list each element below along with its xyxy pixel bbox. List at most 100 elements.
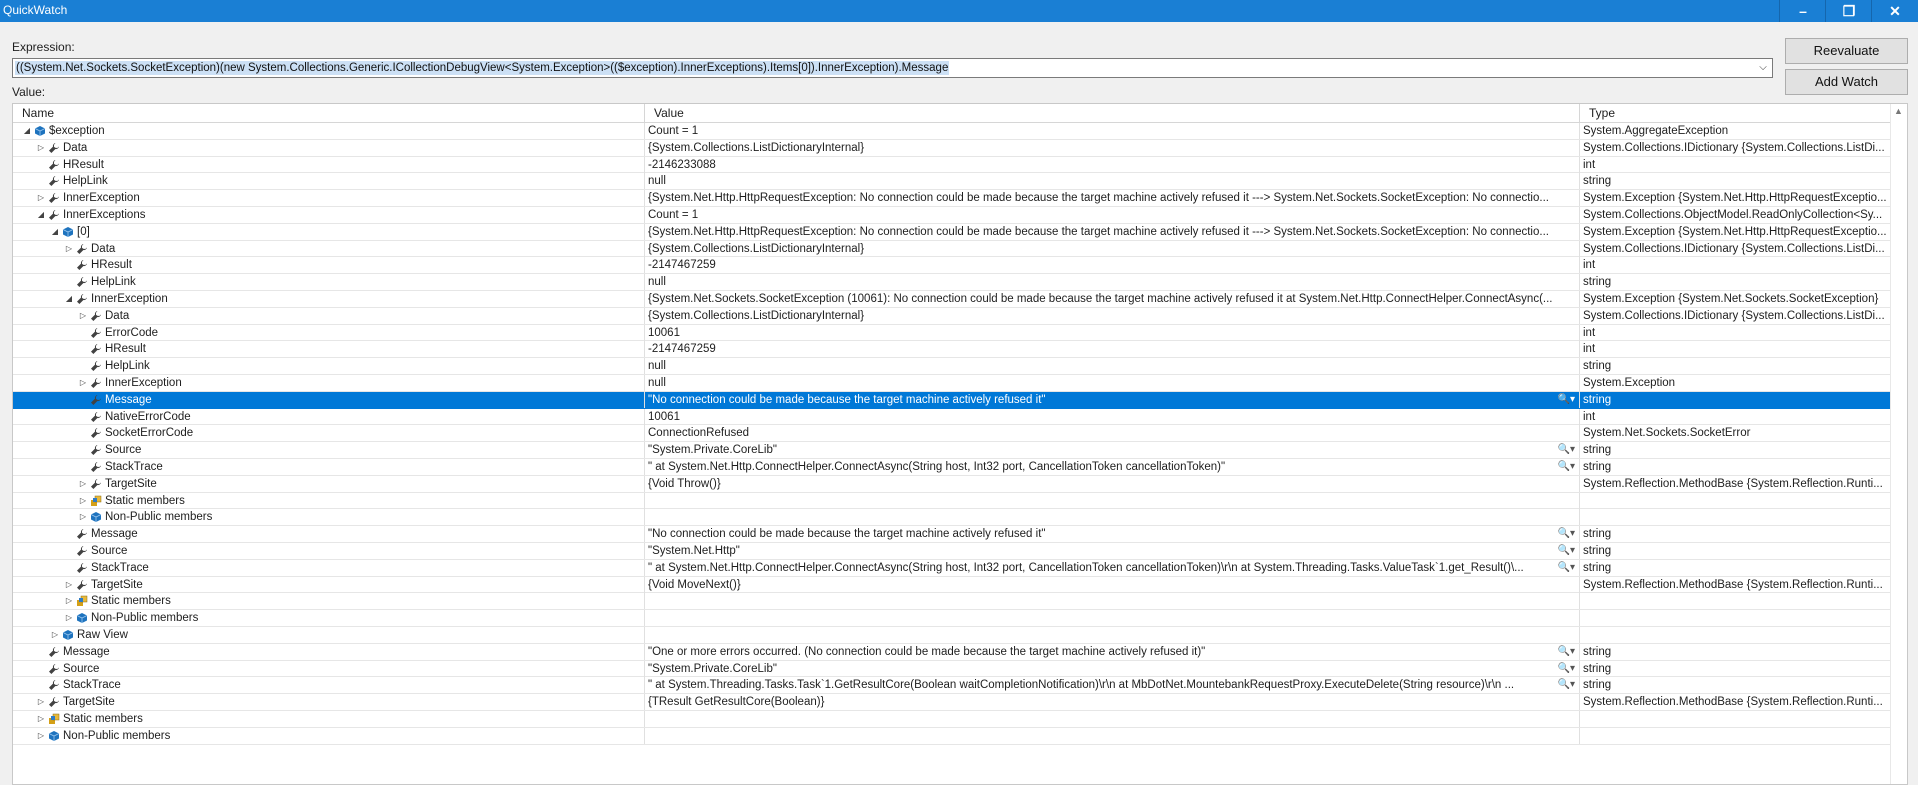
value-cell[interactable]: -2147467259 [645, 341, 1580, 358]
value-cell[interactable] [645, 593, 1580, 610]
table-row[interactable]: Source "System.Net.Http" 🔍▾ string [13, 543, 1891, 560]
expand-arrow-icon[interactable]: ▷ [63, 241, 75, 257]
expand-arrow-icon[interactable]: ▷ [77, 375, 89, 391]
expand-arrow-icon[interactable]: ▷ [63, 610, 75, 626]
table-row[interactable]: Message "No connection could be made beca… [13, 391, 1891, 409]
value-cell[interactable] [645, 509, 1580, 526]
minimize-button[interactable]: – [1779, 0, 1826, 22]
table-row[interactable]: HelpLink null string [13, 358, 1891, 375]
table-row[interactable]: ▷ InnerException {System.Net.Http.HttpRequ… [13, 190, 1891, 207]
expand-arrow-icon[interactable]: ▷ [35, 711, 47, 727]
expand-arrow-icon[interactable]: ▷ [35, 140, 47, 156]
table-row[interactable]: ◢ [0] {System.Net.Http.HttpRequestExceptio… [13, 223, 1891, 241]
value-cell[interactable]: "One or more errors occurred. (No connec… [645, 643, 1580, 660]
expand-arrow-icon[interactable]: ▷ [35, 728, 47, 744]
value-cell[interactable]: null [645, 358, 1580, 375]
expand-arrow-icon[interactable]: ▷ [77, 476, 89, 492]
value-cell[interactable] [645, 627, 1580, 643]
value-cell[interactable]: -2147467259 [645, 257, 1580, 274]
collapse-arrow-icon[interactable]: ◢ [49, 224, 61, 240]
table-row[interactable]: ErrorCode 10061 int [13, 324, 1891, 342]
table-row[interactable]: ◢ InnerExceptions Count = 1 System.Collecti… [13, 207, 1891, 224]
value-cell[interactable]: null [645, 375, 1580, 391]
value-cell[interactable]: " at System.Net.Http.ConnectHelper.Conne… [645, 559, 1580, 576]
collapse-arrow-icon[interactable]: ◢ [21, 123, 33, 139]
table-row[interactable]: ▷ Data {System.Collections.ListDictionaryI… [13, 240, 1891, 258]
vertical-scrollbar[interactable]: ▲ [1890, 104, 1907, 784]
column-header-name[interactable]: Name [13, 104, 645, 122]
table-row[interactable]: Source "System.Private.CoreLib" 🔍▾ string [13, 442, 1891, 459]
value-cell[interactable]: " at System.Threading.Tasks.Task`1.GetRe… [645, 677, 1580, 694]
value-cell[interactable]: {System.Collections.ListDictionaryIntern… [645, 307, 1580, 324]
column-header-type[interactable]: Type [1580, 104, 1891, 122]
table-row[interactable]: ▷ Non-Public members [13, 727, 1891, 745]
value-cell[interactable] [645, 727, 1580, 744]
table-row[interactable]: StackTrace " at System.Net.Http.ConnectHe… [13, 459, 1891, 476]
table-row[interactable]: ▷ Data {System.Collections.ListDictionaryI… [13, 139, 1891, 157]
value-cell[interactable] [645, 610, 1580, 627]
expand-arrow-icon[interactable]: ▷ [49, 627, 61, 643]
value-cell[interactable]: {Void MoveNext()} [645, 576, 1580, 593]
value-cell[interactable]: "System.Private.CoreLib" 🔍▾ [645, 442, 1580, 459]
value-cell[interactable]: 10061 [645, 408, 1580, 425]
value-cell[interactable]: "No connection could be made because the… [645, 526, 1580, 543]
table-row[interactable]: HelpLink null string [13, 173, 1891, 191]
table-row[interactable]: ▷ TargetSite {Void MoveNext()} System.Refle… [13, 576, 1891, 594]
value-cell[interactable]: "No connection could be made because the… [645, 391, 1580, 408]
table-row[interactable]: StackTrace " at System.Threading.Tasks.Ta… [13, 677, 1891, 695]
value-cell[interactable]: "System.Private.CoreLib" 🔍▾ [645, 660, 1580, 677]
table-row[interactable]: ▷ TargetSite {TResult GetResultCore(Boolea… [13, 694, 1891, 711]
expression-input[interactable]: ((System.Net.Sockets.SocketException)(ne… [15, 61, 950, 75]
restore-button[interactable]: ❐ [1825, 0, 1872, 22]
table-row[interactable]: ▷ Data {System.Collections.ListDictionaryI… [13, 307, 1891, 325]
column-header-value[interactable]: Value [645, 104, 1580, 122]
expand-arrow-icon[interactable]: ▷ [77, 493, 89, 509]
table-row[interactable]: HResult -2146233088 int [13, 156, 1891, 174]
expand-arrow-icon[interactable]: ▷ [35, 190, 47, 206]
magnifier-icon[interactable]: 🔍▾ [1558, 677, 1575, 693]
table-row[interactable]: StackTrace " at System.Net.Http.ConnectHe… [13, 559, 1891, 577]
expression-combobox[interactable]: ((System.Net.Sockets.SocketException)(ne… [12, 58, 1773, 78]
table-row[interactable]: ▷ InnerException null System.Exception [13, 375, 1891, 392]
table-row[interactable]: ▷ Static members [13, 711, 1891, 728]
close-button[interactable]: ✕ [1871, 0, 1918, 22]
table-row[interactable]: HResult -2147467259 int [13, 257, 1891, 275]
value-cell[interactable]: {System.Net.Http.HttpRequestException: N… [645, 190, 1580, 207]
expand-arrow-icon[interactable]: ▷ [63, 593, 75, 609]
collapse-arrow-icon[interactable]: ◢ [63, 291, 75, 307]
value-cell[interactable]: Count = 1 [645, 123, 1580, 139]
table-row[interactable]: ▷ Static members [13, 593, 1891, 611]
value-cell[interactable]: {System.Net.Sockets.SocketException (100… [645, 291, 1580, 307]
value-cell[interactable]: "System.Net.Http" 🔍▾ [645, 543, 1580, 559]
value-cell[interactable]: {Void Throw()} [645, 475, 1580, 492]
table-row[interactable]: SocketErrorCode ConnectionRefused System.N… [13, 425, 1891, 443]
expand-arrow-icon[interactable]: ▷ [77, 509, 89, 525]
expand-arrow-icon[interactable]: ▷ [35, 694, 47, 710]
table-row[interactable]: Message "No connection could be made beca… [13, 526, 1891, 543]
table-row[interactable]: HResult -2147467259 int [13, 341, 1891, 359]
table-row[interactable]: NativeErrorCode 10061 int [13, 408, 1891, 426]
table-row[interactable]: Source "System.Private.CoreLib" 🔍▾ string [13, 660, 1891, 678]
table-row[interactable]: ▷ Non-Public members [13, 509, 1891, 527]
table-row[interactable]: ▷ Non-Public members [13, 610, 1891, 627]
reevaluate-button[interactable]: Reevaluate [1785, 38, 1908, 64]
expand-arrow-icon[interactable]: ▷ [63, 577, 75, 593]
value-cell[interactable]: {System.Collections.ListDictionaryIntern… [645, 240, 1580, 257]
magnifier-icon[interactable]: 🔍▾ [1558, 543, 1575, 559]
magnifier-icon[interactable]: 🔍▾ [1558, 442, 1575, 458]
magnifier-icon[interactable]: 🔍▾ [1558, 661, 1575, 677]
value-cell[interactable]: null [645, 274, 1580, 291]
add-watch-button[interactable]: Add Watch [1785, 69, 1908, 95]
value-cell[interactable]: null [645, 173, 1580, 190]
value-cell[interactable] [645, 711, 1580, 727]
magnifier-icon[interactable]: 🔍▾ [1558, 560, 1575, 576]
scroll-up-icon[interactable]: ▲ [1894, 106, 1903, 116]
chevron-down-icon[interactable]: ⌵ [1756, 60, 1770, 76]
value-cell[interactable]: {System.Net.Http.HttpRequestException: N… [645, 223, 1580, 240]
magnifier-icon[interactable]: 🔍▾ [1558, 526, 1575, 542]
value-cell[interactable]: 10061 [645, 324, 1580, 341]
value-cell[interactable]: ConnectionRefused [645, 425, 1580, 442]
value-cell[interactable]: " at System.Net.Http.ConnectHelper.Conne… [645, 459, 1580, 475]
value-cell[interactable]: -2146233088 [645, 156, 1580, 173]
value-cell[interactable]: {System.Collections.ListDictionaryIntern… [645, 139, 1580, 156]
